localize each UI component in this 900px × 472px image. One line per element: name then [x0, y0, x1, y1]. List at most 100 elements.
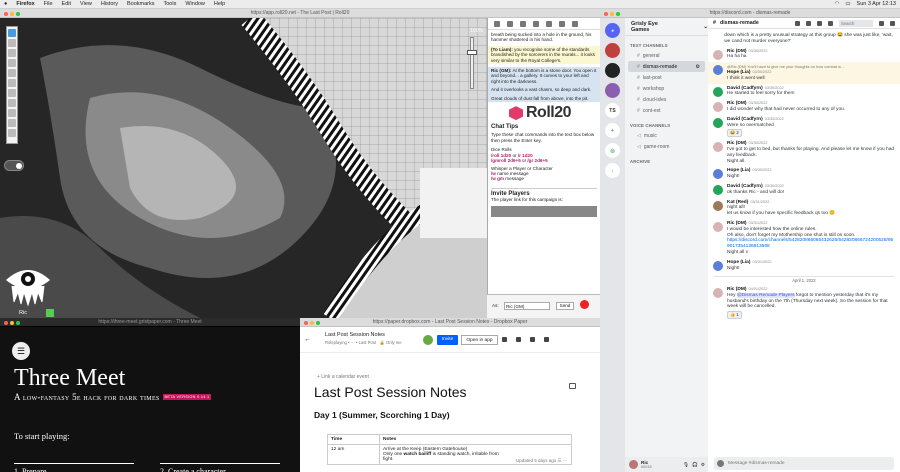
avatar[interactable] — [423, 335, 433, 345]
text-tool-icon[interactable] — [8, 59, 16, 67]
channel-dismas-remade[interactable]: # dismas-remade ⚙ — [628, 61, 705, 72]
help-tool-icon[interactable] — [8, 129, 16, 137]
zoom-window-button[interactable] — [16, 320, 20, 325]
close-window-button[interactable] — [604, 11, 608, 16]
reaction[interactable]: 😂 2 — [727, 129, 742, 138]
close-window-button[interactable] — [4, 320, 8, 325]
settings-tab-icon[interactable] — [572, 20, 578, 27]
minimize-window-button[interactable] — [10, 11, 14, 16]
search-input[interactable]: Search — [839, 19, 873, 27]
select-tool-icon[interactable] — [8, 29, 16, 37]
roll20-url[interactable]: https://app.roll20.net - The Last Post |… — [251, 10, 350, 16]
dice-tool-icon[interactable] — [8, 89, 16, 97]
prepare-link[interactable]: 1. Prepare — [14, 463, 134, 472]
avatar[interactable] — [713, 184, 723, 195]
bell-icon[interactable] — [530, 337, 535, 342]
category-voice[interactable]: VOICE CHANNELS — [630, 123, 708, 128]
add-attachment-icon[interactable] — [717, 460, 724, 467]
avatar[interactable] — [713, 65, 723, 76]
explore-icon[interactable]: ◎ — [605, 143, 620, 158]
zoom-window-button[interactable] — [16, 11, 20, 16]
bell-icon[interactable] — [806, 20, 811, 26]
channel-last-post[interactable]: # last-post — [625, 72, 708, 83]
present-icon[interactable] — [516, 337, 521, 342]
compendium-tab-icon[interactable] — [533, 20, 539, 27]
pin-icon[interactable] — [817, 20, 822, 26]
avatar[interactable] — [713, 102, 723, 113]
gear-icon[interactable]: ⚙ — [696, 64, 700, 70]
message-input[interactable]: Message #dismas-remade — [714, 457, 894, 470]
threemeet-url[interactable]: https://three-meet.gristpaper.com - Thre… — [98, 319, 201, 325]
open-in-app-button[interactable]: Open in app — [461, 335, 498, 345]
channel-cont-ext[interactable]: # cont-ext — [625, 105, 708, 116]
channel-general[interactable]: # general — [625, 50, 708, 61]
fog-tool-icon[interactable] — [8, 69, 16, 77]
inbox-icon[interactable] — [879, 20, 884, 26]
reaction[interactable]: 👍 1 — [727, 311, 742, 320]
link-calendar-event[interactable]: + Link a calendar event — [317, 374, 369, 380]
page-title[interactable]: Last Post Session Notes — [314, 384, 467, 400]
paper-url[interactable]: https://paper.dropbox.com - Last Post Se… — [373, 319, 528, 325]
back-arrow-icon[interactable]: ← — [304, 336, 311, 343]
battery-icon[interactable]: ▭ — [845, 1, 850, 7]
avatar[interactable] — [713, 86, 723, 97]
speak-as-select[interactable]: Ric (GM) — [504, 302, 550, 310]
eye-token-icon[interactable] — [4, 264, 52, 306]
wifi-icon[interactable]: ◠ — [835, 1, 840, 7]
voice-music[interactable]: ◁ music — [625, 130, 708, 141]
help-icon[interactable] — [890, 20, 895, 26]
turn-order-icon[interactable] — [8, 119, 16, 127]
dark-mode-toggle[interactable] — [4, 160, 24, 171]
discord-url[interactable]: https://discord.com - dismas-remade — [710, 10, 791, 16]
server-icon[interactable] — [605, 43, 620, 58]
guild-header[interactable]: Grisly Eye Games ⌄ — [625, 18, 708, 36]
close-window-button[interactable] — [304, 320, 308, 325]
menu-clock[interactable]: Sun 3 Apr 12:13 — [857, 1, 896, 7]
category-archive[interactable]: ARCHIVE — [630, 159, 708, 164]
avatar[interactable] — [713, 49, 723, 60]
server-ts[interactable]: TS — [605, 103, 620, 118]
day-heading[interactable]: Day 1 (Summer, Scorching 1 Day) — [314, 410, 450, 420]
ping-tool-icon[interactable] — [8, 99, 16, 107]
avatar[interactable] — [713, 117, 723, 128]
discord-home-icon[interactable]: ◕ — [605, 23, 620, 38]
layer-tool-icon[interactable] — [8, 39, 16, 47]
player-link-field[interactable] — [491, 205, 597, 217]
zoom-window-button[interactable] — [316, 320, 320, 325]
table-cell[interactable]: 12 am — [327, 444, 380, 465]
members-icon[interactable] — [828, 20, 833, 26]
avatar[interactable] — [713, 200, 723, 211]
zoom-slider-handle[interactable] — [467, 50, 477, 55]
chat-tab-icon[interactable] — [494, 20, 500, 27]
art-tab-icon[interactable] — [507, 20, 513, 27]
category-text[interactable]: TEXT CHANNELS — [630, 43, 708, 48]
headphones-icon[interactable]: 🎧 — [692, 462, 698, 468]
server-icon[interactable] — [605, 83, 620, 98]
threads-icon[interactable] — [795, 20, 800, 26]
voice-game-room[interactable]: ◁ game-room — [625, 141, 708, 152]
minimize-window-button[interactable] — [310, 320, 314, 325]
avatar[interactable] — [713, 169, 723, 180]
menu-icon[interactable]: ☰ — [12, 342, 30, 360]
journal-tab-icon[interactable] — [520, 20, 526, 27]
light-tool-icon[interactable] — [8, 109, 16, 117]
draw-tool-icon[interactable] — [8, 49, 16, 57]
add-server-icon[interactable]: + — [605, 123, 620, 138]
zoom-window-button[interactable] — [616, 11, 620, 16]
apple-icon[interactable]: ● — [4, 1, 7, 7]
comment-icon[interactable] — [569, 383, 576, 389]
menu-app-name[interactable]: Firefox — [16, 1, 34, 7]
menu-history[interactable]: History — [101, 1, 118, 7]
link-icon[interactable] — [502, 337, 507, 342]
avatar[interactable] — [629, 460, 638, 469]
avatar[interactable] — [713, 288, 723, 299]
menu-bookmarks[interactable]: Bookmarks — [127, 1, 155, 7]
menu-view[interactable]: View — [80, 1, 92, 7]
zoom-slider[interactable] — [470, 37, 474, 89]
macros-tab-icon[interactable] — [559, 20, 565, 27]
avatar[interactable] — [713, 142, 723, 153]
avatar[interactable] — [713, 260, 723, 271]
minimize-window-button[interactable] — [610, 11, 614, 16]
token-status-marker[interactable] — [46, 309, 54, 317]
quick-dice-icon[interactable] — [580, 300, 589, 309]
